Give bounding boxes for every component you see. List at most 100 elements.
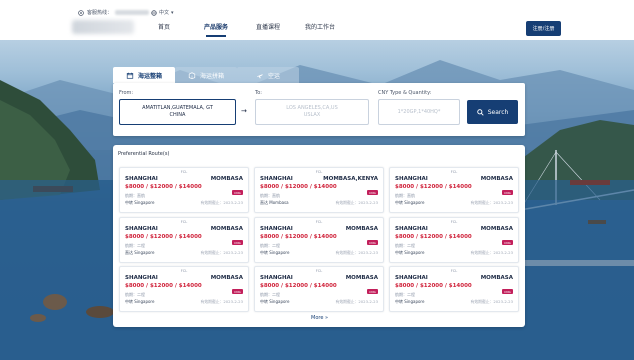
route-origin: SHANGHAI <box>395 176 428 182</box>
route-price: $8000 / $12000 / $14000 <box>125 283 202 289</box>
carrier-badge: CMA <box>232 240 243 245</box>
route-transit: 直达 Mombasa <box>260 200 289 205</box>
route-sailing: 航期：直航 <box>260 193 280 198</box>
route-validity: 有效期截止：2023-2-23 <box>335 250 378 255</box>
container-quantity-input[interactable]: 1*20GP,1*40HQ* <box>378 99 460 125</box>
route-destination: MOMBASA <box>210 275 243 281</box>
route-type-tag: FCL <box>450 220 458 224</box>
route-sailing: 航期：二程 <box>260 243 280 248</box>
route-sailing: 航期：二程 <box>395 292 415 297</box>
nav-products[interactable]: 产品服务 <box>190 22 242 37</box>
route-transit: 中转 Singapore <box>125 299 155 304</box>
hotline-number-blurred <box>115 10 150 15</box>
language-label: 中文 <box>159 10 170 16</box>
register-button[interactable]: 注册/注册 <box>526 21 561 36</box>
route-sailing: 航期：二程 <box>125 292 145 297</box>
route-origin: SHANGHAI <box>260 176 293 182</box>
route-card[interactable]: FCL SHANGHAI MOMBASA $8000 / $12000 / $1400… <box>254 217 384 263</box>
route-type-tag: FCL <box>315 269 323 273</box>
nav-workbench[interactable]: 我的工作台 <box>294 22 346 35</box>
main-nav: 首页 产品服务 直播课程 我的工作台 <box>138 22 346 37</box>
route-origin: SHANGHAI <box>125 226 158 232</box>
route-transit: 直达 Singapore <box>125 250 155 255</box>
destination-input[interactable]: LOS ANGELES,CA,US USLAX <box>255 99 369 125</box>
route-destination: MOMBASA <box>480 226 513 232</box>
route-origin: SHANGHAI <box>125 176 158 182</box>
route-transit: 中转 Singapore <box>395 250 425 255</box>
search-button-label: Search <box>487 108 509 116</box>
route-price: $8000 / $12000 / $14000 <box>395 283 472 289</box>
quantity-placeholder: 1*20GP,1*40HQ* <box>397 108 441 115</box>
destination-placeholder-code: USLAX <box>303 112 321 118</box>
route-price: $8000 / $12000 / $14000 <box>260 184 337 190</box>
tab-air[interactable]: 空运 <box>237 67 299 83</box>
more-link[interactable]: More » <box>311 315 328 321</box>
chevron-down-icon: ▾ <box>171 9 174 16</box>
carrier-badge: CMA <box>502 190 513 195</box>
route-sailing: 航期：二程 <box>260 292 280 297</box>
route-transit: 中转 Singapore <box>395 200 425 205</box>
calendar-icon <box>126 72 134 79</box>
route-validity: 有效期截止：2023-2-23 <box>470 250 513 255</box>
route-validity: 有效期截止：2023-2-23 <box>470 200 513 205</box>
route-validity: 有效期截止：2023-2-23 <box>200 299 243 304</box>
route-type-tag: FCL <box>180 220 188 224</box>
route-price: $8000 / $12000 / $14000 <box>395 184 472 190</box>
route-validity: 有效期截止：2023-2-23 <box>200 250 243 255</box>
arrow-right-icon: → <box>241 107 247 115</box>
route-sailing: 航期：二程 <box>125 243 145 248</box>
nav-home[interactable]: 首页 <box>138 22 190 35</box>
tab-lcl-label: 海运拼箱 <box>199 72 224 80</box>
route-type-tag: FCL <box>180 170 188 174</box>
route-validity: 有效期截止：2023-2-23 <box>200 200 243 205</box>
tab-air-label: 空运 <box>267 72 280 80</box>
quantity-label: CNY Type & Quantity: <box>378 90 432 96</box>
tab-fcl[interactable]: 海运整箱 <box>113 67 175 83</box>
route-card[interactable]: FCL SHANGHAI MOMBASA $8000 / $12000 / $1400… <box>254 266 384 312</box>
route-transit: 中转 Singapore <box>260 299 290 304</box>
tab-fcl-label: 海运整箱 <box>137 72 162 80</box>
route-card[interactable]: FCL SHANGHAI MOMBASA $8000 / $12000 / $1400… <box>119 167 249 213</box>
top-header: 客服热线： 中文 ▾ 首页 产品服务 直播课程 我的工作台 注册/注册 <box>0 0 634 40</box>
route-price: $8000 / $12000 / $14000 <box>125 234 202 240</box>
routes-title: Preferential Route(s) <box>118 151 170 157</box>
route-origin: SHANGHAI <box>260 275 293 281</box>
phone-icon <box>78 9 84 16</box>
route-origin: SHANGHAI <box>395 275 428 281</box>
search-button[interactable]: Search <box>467 100 518 124</box>
origin-input[interactable]: AMATITLAN,GUATEMALA, GT CHINA <box>119 99 236 125</box>
tab-lcl[interactable]: 海运拼箱 <box>175 67 237 83</box>
route-validity: 有效期截止：2023-2-23 <box>470 299 513 304</box>
logo[interactable] <box>72 20 134 34</box>
route-transit: 中转 Singapore <box>395 299 425 304</box>
route-destination: MOMBASA <box>480 176 513 182</box>
route-card[interactable]: FCL SHANGHAI MOMBASA $8000 / $12000 / $1400… <box>389 266 519 312</box>
nav-live-courses[interactable]: 直播课程 <box>242 22 294 35</box>
route-card[interactable]: FCL SHANGHAI MOMBASA $8000 / $12000 / $1400… <box>389 217 519 263</box>
hotline: 客服热线： <box>78 9 150 16</box>
route-type-tag: FCL <box>450 170 458 174</box>
route-card[interactable]: FCL SHANGHAI MOMBASA,KENYA $8000 / $12000 /… <box>254 167 384 213</box>
route-price: $8000 / $12000 / $14000 <box>260 234 337 240</box>
route-type-tag: FCL <box>315 220 323 224</box>
route-price: $8000 / $12000 / $14000 <box>260 283 337 289</box>
transport-tabs: 海运整箱 海运拼箱 空运 <box>113 67 299 83</box>
search-icon <box>476 108 484 116</box>
hotline-label: 客服热线： <box>87 10 113 16</box>
route-destination: MOMBASA <box>345 275 378 281</box>
route-destination: MOMBASA <box>210 176 243 182</box>
route-card[interactable]: FCL SHANGHAI MOMBASA $8000 / $12000 / $1400… <box>119 217 249 263</box>
route-card[interactable]: FCL SHANGHAI MOMBASA $8000 / $12000 / $1400… <box>119 266 249 312</box>
destination-placeholder: LOS ANGELES,CA,US <box>286 105 338 111</box>
carrier-badge: CMA <box>502 289 513 294</box>
carrier-badge: CMA <box>232 289 243 294</box>
route-price: $8000 / $12000 / $14000 <box>125 184 202 190</box>
language-switch[interactable]: 中文 ▾ <box>151 9 174 16</box>
route-validity: 有效期截止：2023-2-23 <box>335 299 378 304</box>
route-card[interactable]: FCL SHANGHAI MOMBASA $8000 / $12000 / $1400… <box>389 167 519 213</box>
carrier-badge: CMA <box>367 289 378 294</box>
plane-icon <box>257 73 263 78</box>
route-price: $8000 / $12000 / $14000 <box>395 234 472 240</box>
globe-icon <box>151 9 157 16</box>
route-origin: SHANGHAI <box>125 275 158 281</box>
